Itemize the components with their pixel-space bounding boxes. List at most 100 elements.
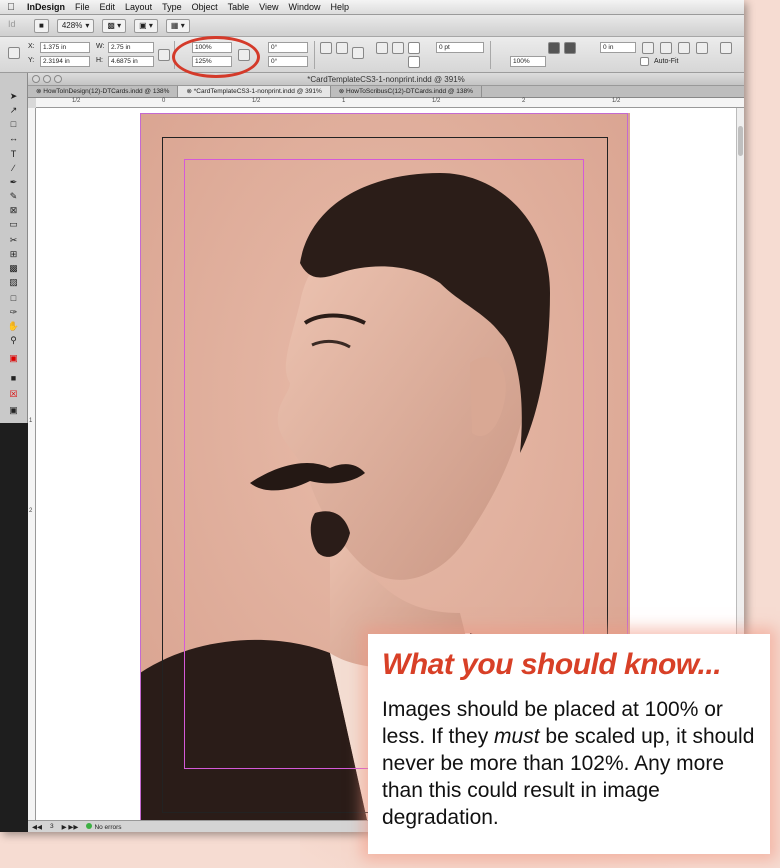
toolbox-dark-area: [0, 423, 28, 832]
next-page-icon[interactable]: ▶ ▶▶: [62, 823, 79, 831]
chevron-down-icon: ▾: [85, 21, 90, 30]
scrollbar-thumb[interactable]: [738, 126, 743, 156]
menu-type[interactable]: Type: [157, 2, 187, 12]
rotation-angle-field[interactable]: 0°: [268, 42, 308, 53]
flip-icon[interactable]: [352, 47, 364, 59]
view-options-button[interactable]: ▩ ▾: [102, 18, 127, 33]
horizontal-ruler[interactable]: 1/2 0 1/2 1 1/2 2 1/2: [36, 98, 744, 108]
separator: [314, 41, 315, 69]
vertical-ruler[interactable]: 1 2: [28, 108, 36, 820]
menu-app-name[interactable]: InDesign: [22, 2, 70, 12]
ruler-tick-label: 1/2: [72, 98, 81, 104]
note-tool-icon[interactable]: □: [7, 293, 20, 304]
shear-angle-field[interactable]: 0°: [268, 56, 308, 67]
window-controls: [32, 75, 62, 83]
minimize-window-icon[interactable]: [43, 75, 51, 83]
y-position-field[interactable]: 2.3194 in: [40, 56, 90, 67]
callout-emphasis: must: [494, 725, 540, 748]
width-field[interactable]: 2.75 in: [108, 42, 154, 53]
menu-edit[interactable]: Edit: [95, 2, 121, 12]
select-container-icon[interactable]: [376, 42, 388, 54]
tab-label: HowToInDesign(12)-DTCards.indd @ 138%: [43, 88, 170, 95]
close-window-icon[interactable]: [32, 75, 40, 83]
height-field[interactable]: 4.6875 in: [108, 56, 154, 67]
tab-howtoscribus[interactable]: ⊗ HowToScribusC(12)-DTCards.indd @ 138%: [331, 86, 482, 97]
preflight-dot-icon: [86, 822, 93, 829]
menu-file[interactable]: File: [70, 2, 95, 12]
ruler-tick-label: 1: [29, 418, 33, 424]
stroke-weight-field[interactable]: 0 pt: [436, 42, 484, 53]
document-titlebar: *CardTemplateCS3-1-nonprint.indd @ 391%: [28, 73, 744, 86]
rectangle-tool-icon[interactable]: ▭: [7, 219, 20, 230]
arrange-documents-button[interactable]: ▦ ▾: [165, 18, 190, 33]
highlight-ring: [172, 36, 260, 78]
tab-cardtemplate[interactable]: ⊗ *CardTemplateCS3-1-nonprint.indd @ 391…: [178, 86, 331, 97]
h-label: H:: [96, 57, 103, 64]
reference-point-icon[interactable]: [8, 47, 20, 59]
first-page-icon[interactable]: ◀◀: [32, 823, 42, 831]
indesign-logo-icon: Id: [8, 18, 16, 29]
rotate-cw-icon[interactable]: [320, 42, 332, 54]
fit-frame-icon[interactable]: [660, 42, 672, 54]
gradient-feather-tool-icon[interactable]: ▨: [7, 277, 20, 288]
tab-howtoindesign[interactable]: ⊗ HowToInDesign(12)-DTCards.indd @ 138%: [28, 86, 179, 97]
autofit-checkbox[interactable]: [640, 57, 649, 66]
ruler-tick-label: 2: [522, 98, 526, 104]
type-tool-icon[interactable]: T: [7, 149, 20, 160]
pen-tool-icon[interactable]: ✒: [7, 177, 20, 188]
menu-window[interactable]: Window: [283, 2, 325, 12]
ruler-tick-label: 1/2: [252, 98, 261, 104]
menu-view[interactable]: View: [254, 2, 283, 12]
menu-help[interactable]: Help: [326, 2, 355, 12]
apply-none-icon[interactable]: ☒: [7, 389, 20, 400]
bridge-button[interactable]: ■: [34, 18, 49, 33]
screen-mode-icon[interactable]: ▣: [7, 405, 20, 416]
preflight-status[interactable]: No errors: [86, 822, 122, 831]
line-tool-icon[interactable]: ∕: [7, 163, 20, 174]
pencil-tool-icon[interactable]: ✎: [7, 191, 20, 202]
document-title: *CardTemplateCS3-1-nonprint.indd @ 391%: [307, 75, 465, 84]
zoom-tool-icon[interactable]: ⚲: [7, 335, 20, 346]
page-number[interactable]: 3: [50, 823, 54, 830]
fit-content-icon[interactable]: [642, 42, 654, 54]
constrain-proportions-icon[interactable]: [158, 49, 170, 61]
effects-icon[interactable]: [548, 42, 560, 54]
fill-stroke-icon[interactable]: ▣: [7, 353, 20, 364]
opacity-field[interactable]: 100%: [510, 56, 546, 67]
scissors-tool-icon[interactable]: ✂: [7, 235, 20, 246]
info-callout: What you should know... Images should be…: [368, 634, 770, 854]
menu-object[interactable]: Object: [187, 2, 223, 12]
rotate-ccw-icon[interactable]: [336, 42, 348, 54]
select-content-icon[interactable]: [392, 42, 404, 54]
free-transform-tool-icon[interactable]: ⊞: [7, 249, 20, 260]
tab-label: *CardTemplateCS3-1-nonprint.indd @ 391%: [193, 88, 322, 95]
zoom-level-dropdown[interactable]: 428% ▾: [56, 18, 95, 33]
inset-field[interactable]: 0 in: [600, 42, 636, 53]
drop-shadow-icon[interactable]: [564, 42, 576, 54]
fill-swatch-icon[interactable]: [408, 42, 420, 54]
zoom-window-icon[interactable]: [54, 75, 62, 83]
center-content-icon[interactable]: [678, 42, 690, 54]
screen-mode-button[interactable]: ▣ ▾: [134, 18, 158, 33]
menu-table[interactable]: Table: [223, 2, 255, 12]
stroke-swatch-icon[interactable]: [408, 56, 420, 68]
zoom-level-value: 428%: [61, 21, 83, 30]
fill-frame-icon[interactable]: [696, 42, 708, 54]
rectangle-frame-tool-icon[interactable]: ⊠: [7, 205, 20, 216]
callout-text: Images should be placed at 100% or less.…: [382, 696, 756, 831]
selection-tool-icon[interactable]: ➤: [7, 91, 20, 102]
x-position-field[interactable]: 1.375 in: [40, 42, 90, 53]
direct-selection-tool-icon[interactable]: ↗: [7, 105, 20, 116]
gradient-swatch-tool-icon[interactable]: ▩: [7, 263, 20, 274]
hand-tool-icon[interactable]: ✋: [7, 321, 20, 332]
apple-menu-icon[interactable]: : [0, 2, 22, 13]
eyedropper-tool-icon[interactable]: ✑: [7, 307, 20, 318]
menu-layout[interactable]: Layout: [120, 2, 157, 12]
page-tool-icon[interactable]: □: [7, 119, 20, 130]
ruler-tick-label: 2: [29, 508, 33, 514]
gap-tool-icon[interactable]: ↔: [7, 133, 20, 144]
w-label: W:: [96, 43, 105, 50]
align-icon[interactable]: [720, 42, 732, 54]
apply-color-icon[interactable]: ■: [7, 373, 20, 384]
tools-panel: ➤ ↗ □ ↔ T ∕ ✒ ✎ ⊠ ▭ ✂ ⊞ ▩ ▨ □ ✑ ✋ ⚲ ▣ ■ …: [0, 73, 28, 832]
